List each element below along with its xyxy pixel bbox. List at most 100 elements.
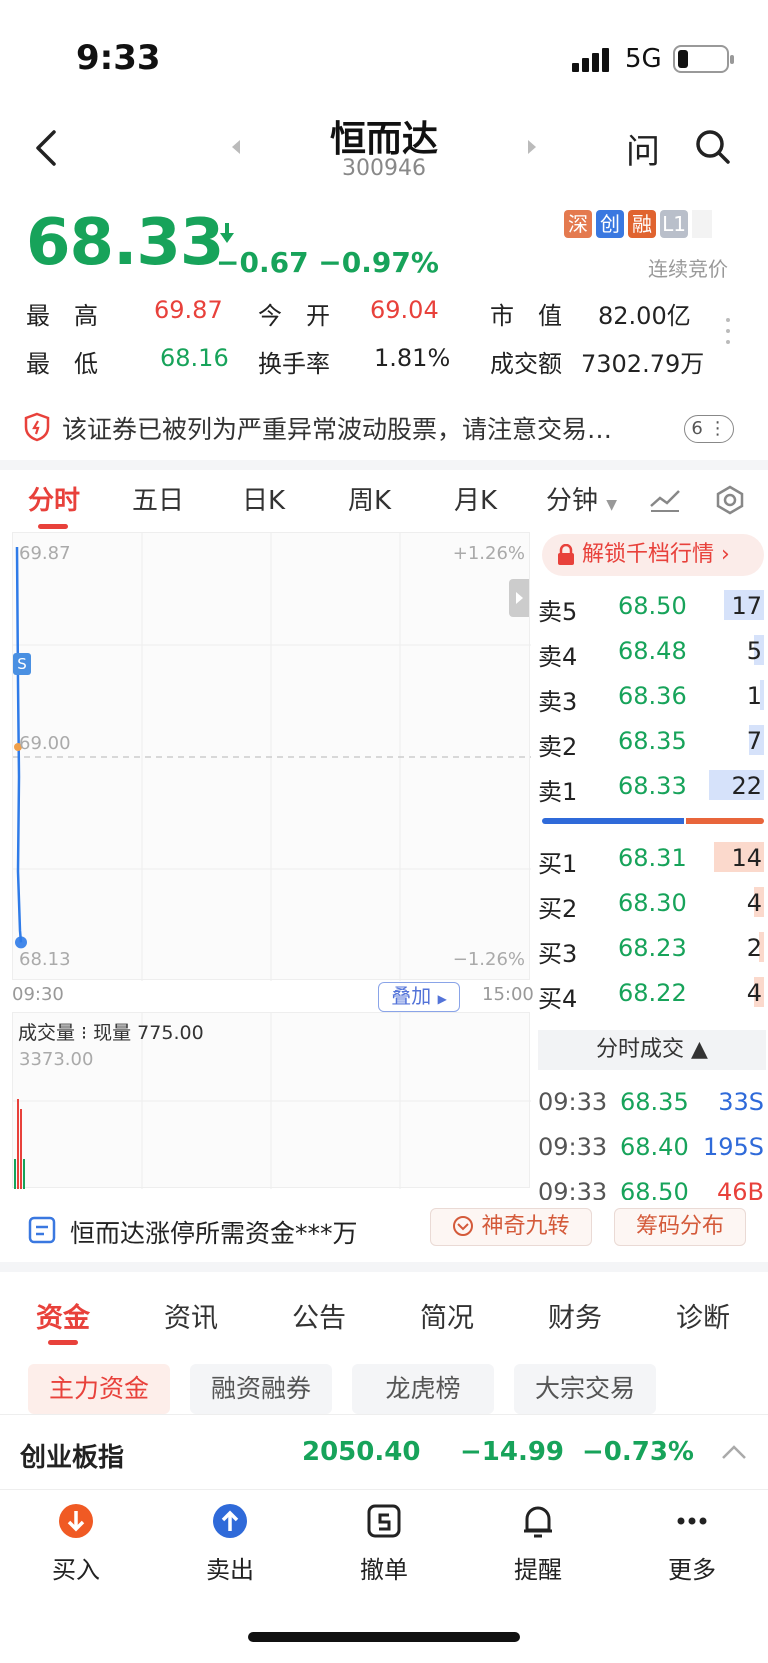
bid-row-4[interactable]: 买4 68.22 4 <box>536 973 766 1017</box>
unlock-level2-button[interactable]: 解锁千档行情 › <box>542 534 764 576</box>
more-stats-icon[interactable] <box>726 318 730 351</box>
tab-profile[interactable]: 简况 <box>420 1296 474 1335</box>
tab-announcements[interactable]: 公告 <box>292 1296 346 1335</box>
amount-label: 成交额 <box>490 350 562 378</box>
level-price: 68.23 <box>618 934 687 962</box>
trade-row: 09:33 68.40 195S <box>538 1133 766 1177</box>
trade-price: 68.40 <box>620 1133 689 1161</box>
y-max-label: 69.87 <box>19 543 71 564</box>
amount-value: 7302.79万 <box>581 350 705 378</box>
bid-row-3[interactable]: 买3 68.23 2 <box>536 928 766 972</box>
subtab-main-funds[interactable]: 主力资金 <box>28 1364 170 1414</box>
chevron-up-icon[interactable] <box>720 1443 748 1461</box>
tab-financials[interactable]: 财务 <box>548 1296 602 1335</box>
mcap-value: 82.00亿 <box>598 302 691 330</box>
index-ticker[interactable]: 创业板指 2050.40 −14.99 −0.73% <box>0 1414 768 1490</box>
trade-row: 09:33 68.50 46B <box>538 1178 766 1200</box>
warning-count-badge[interactable]: 6 ⋮ <box>684 415 734 443</box>
divider <box>0 1262 768 1272</box>
lock-icon <box>558 544 574 565</box>
sell-marker[interactable]: S <box>13 653 31 675</box>
ask-row-4[interactable]: 卖4 68.48 5 <box>536 631 766 675</box>
level-volume: 17 <box>731 592 762 620</box>
level-price: 68.30 <box>618 889 687 917</box>
nav-cancel-label: 撤单 <box>360 1556 408 1584</box>
network-type: 5G <box>625 44 662 74</box>
tab-news[interactable]: 资讯 <box>164 1296 218 1335</box>
tag-level[interactable]: L1 <box>660 210 688 238</box>
ask-button[interactable]: 问 <box>626 124 660 173</box>
tag-sz: 深 <box>564 210 592 238</box>
limit-up-fund-text[interactable]: 恒而达涨停所需资金***万 <box>70 1214 358 1250</box>
bid-row-2[interactable]: 买2 68.30 4 <box>536 883 766 927</box>
y-min-pct-label: −1.26% <box>452 949 525 970</box>
bell-icon <box>524 1506 552 1538</box>
settings-icon[interactable] <box>714 484 746 516</box>
risk-warning-text[interactable]: 该证券已被列为严重异常波动股票，请注意交易… <box>62 410 612 446</box>
info-tabs: 资金 资讯 公告 简况 财务 诊断 <box>0 1296 768 1344</box>
tab-minute[interactable]: 分钟 ▼ <box>546 480 617 517</box>
tab-diagnosis[interactable]: 诊断 <box>676 1296 730 1335</box>
indicator-icon[interactable] <box>648 486 682 514</box>
nav-sell[interactable]: 卖出 <box>170 1502 290 1585</box>
level-price: 68.22 <box>618 979 687 1007</box>
chip-distribution-button[interactable]: 筹码分布 <box>614 1208 746 1246</box>
nav-alert[interactable]: 提醒 <box>478 1502 598 1585</box>
tab-intraday[interactable]: 分时 <box>28 480 80 517</box>
level-volume: 7 <box>746 727 762 755</box>
index-name: 创业板指 <box>20 1443 125 1473</box>
subtab-margin[interactable]: 融资融券 <box>190 1364 332 1414</box>
nav-buy-label: 买入 <box>52 1556 100 1584</box>
tick-trades-toggle[interactable]: 分时成交 ▲ <box>538 1030 766 1070</box>
level-price: 68.50 <box>618 592 687 620</box>
time-end-label: 15:00 <box>482 984 534 1005</box>
magic-nine-button[interactable]: 神奇九转 <box>430 1208 592 1246</box>
home-indicator <box>248 1632 520 1642</box>
tab-daily[interactable]: 日K <box>242 480 285 517</box>
level-volume: 2 <box>746 934 762 962</box>
expand-arrow-icon <box>516 592 523 604</box>
tab-weekly[interactable]: 周K <box>348 480 391 517</box>
chevron-down-icon[interactable] <box>692 210 712 238</box>
last-price: 68.33 <box>26 206 224 280</box>
trading-session: 连续竞价 <box>648 257 728 281</box>
volume-bar <box>17 1099 19 1189</box>
trade-time: 09:33 <box>538 1088 608 1116</box>
tab-funds[interactable]: 资金 <box>36 1296 90 1335</box>
time-start-label: 09:30 <box>12 984 64 1005</box>
overlay-button[interactable]: 叠加 ▶ <box>378 982 460 1012</box>
ask-row-1[interactable]: 卖1 68.33 22 <box>536 766 766 810</box>
level-label: 卖5 <box>538 598 578 626</box>
last-price-dot <box>15 936 27 949</box>
open-label: 今 开 <box>258 302 330 330</box>
ask-row-3[interactable]: 卖3 68.36 1 <box>536 676 766 720</box>
level-label: 卖1 <box>538 778 578 806</box>
level-label: 卖3 <box>538 688 578 716</box>
tab-monthly[interactable]: 月K <box>454 480 497 517</box>
subtab-dragon-tiger[interactable]: 龙虎榜 <box>352 1364 494 1414</box>
nav-buy[interactable]: 买入 <box>16 1502 136 1585</box>
level-price: 68.31 <box>618 844 687 872</box>
ask-row-2[interactable]: 卖2 68.35 7 <box>536 721 766 765</box>
ask-row-5[interactable]: 卖5 68.50 17 <box>536 586 766 630</box>
price-chart-svg <box>13 533 531 981</box>
index-value: 2050.40 <box>302 1437 421 1467</box>
more-dots-icon <box>677 1517 707 1525</box>
search-icon[interactable] <box>694 128 732 166</box>
volume-bar <box>14 1159 16 1189</box>
expand-handle[interactable] <box>509 579 529 617</box>
intraday-chart[interactable]: 69.87 +1.26% 69.00 68.13 −1.26% S <box>12 532 531 981</box>
nav-more[interactable]: 更多 <box>632 1502 752 1585</box>
divider <box>0 460 768 470</box>
level-label: 买1 <box>538 850 578 878</box>
level-label: 卖2 <box>538 733 578 761</box>
battery-icon <box>673 45 734 73</box>
level-label: 卖4 <box>538 643 578 671</box>
bid-ask-ratio-bar <box>542 818 764 824</box>
trade-price: 68.35 <box>620 1088 689 1116</box>
bid-row-1[interactable]: 买1 68.31 14 <box>536 838 766 882</box>
tab-5day[interactable]: 五日 <box>132 480 184 517</box>
subtab-block-trade[interactable]: 大宗交易 <box>514 1364 656 1414</box>
next-stock-icon[interactable] <box>528 140 536 154</box>
nav-cancel-order[interactable]: 撤单 <box>324 1502 444 1585</box>
